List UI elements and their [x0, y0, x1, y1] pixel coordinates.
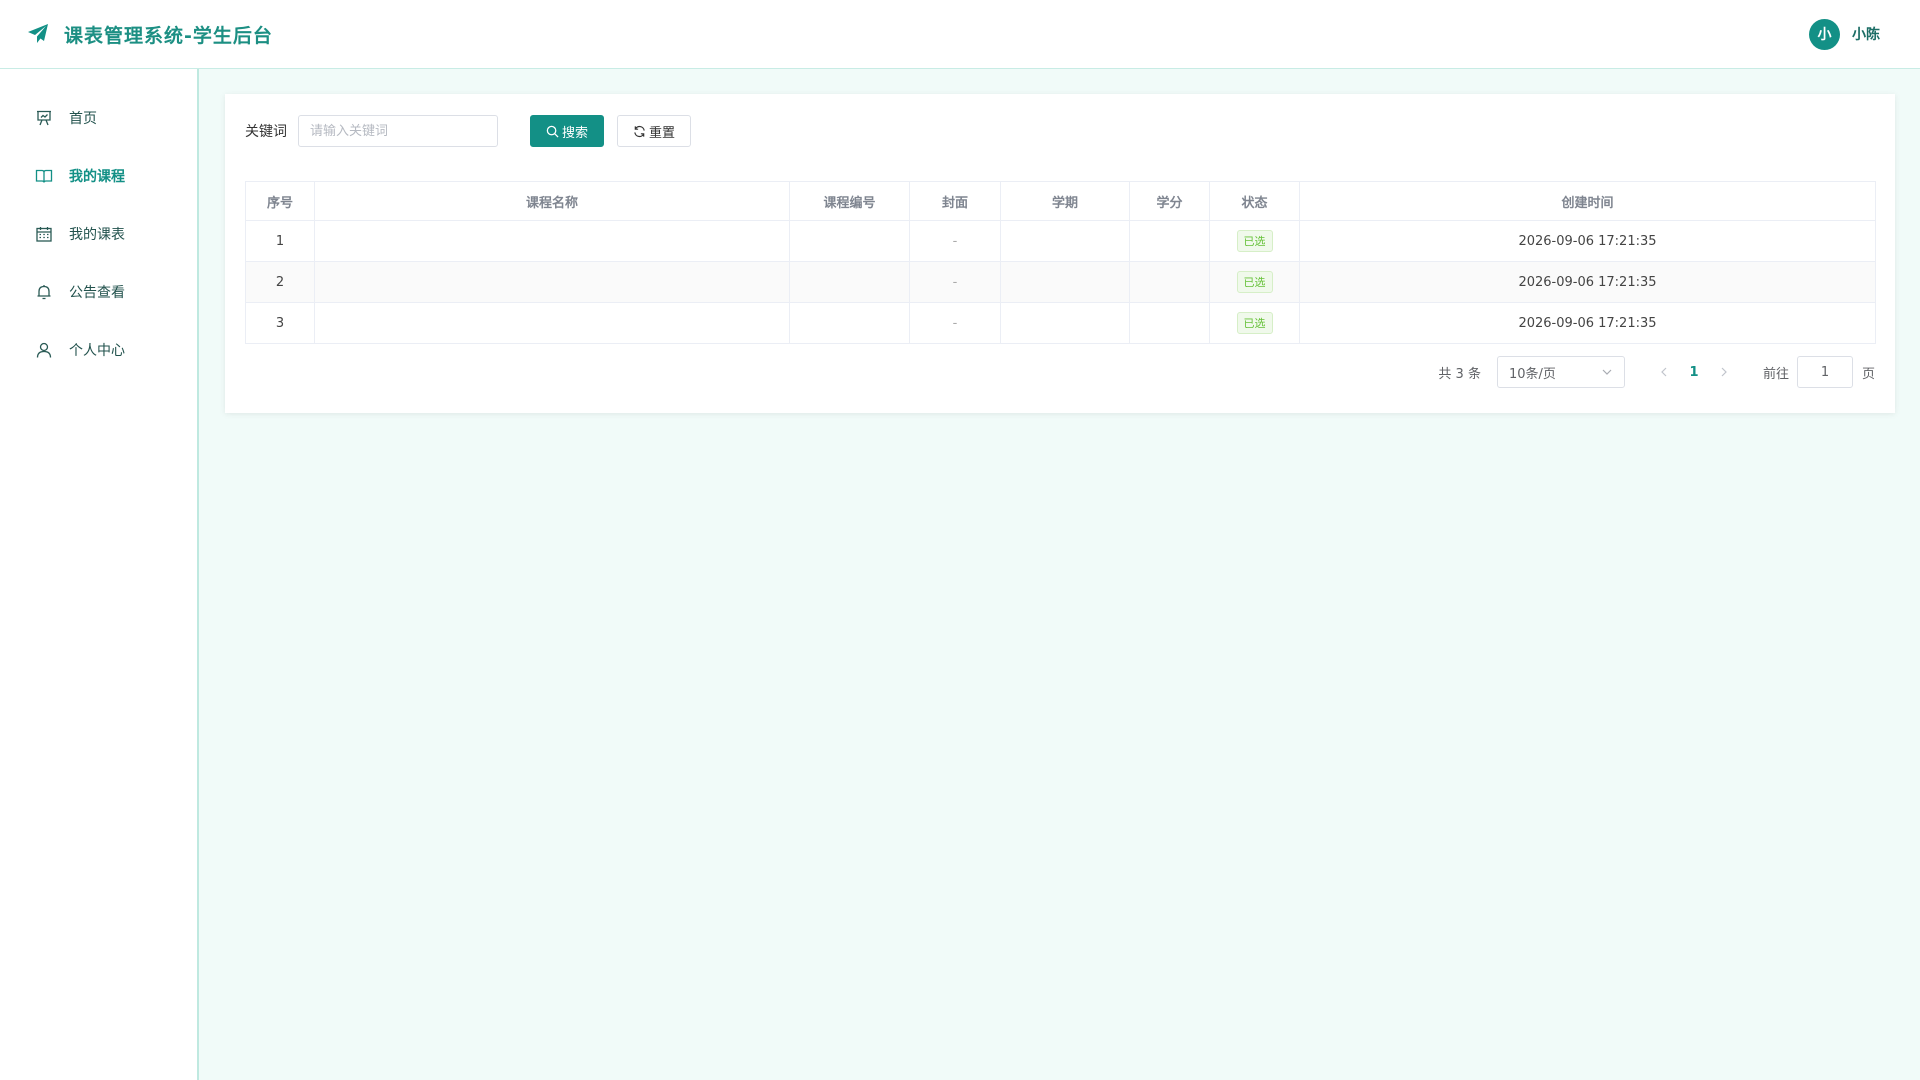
top-header: 课表管理系统-学生后台 小 小陈	[0, 0, 1920, 69]
presentation-chart-icon	[37, 110, 51, 126]
bell-icon	[37, 285, 51, 300]
cell-credit	[1129, 220, 1210, 262]
pagination: 共 3 条 10条/页 1 前往 页	[1438, 356, 1875, 388]
column-header[interactable]: 课程编号	[789, 181, 910, 221]
sidebar-item-label: 我的课程	[69, 169, 125, 185]
cell-code	[789, 302, 910, 344]
user-icon	[36, 342, 52, 358]
reset-button-label: 重置	[649, 125, 676, 141]
goto-label: 前往	[1762, 366, 1789, 382]
sidebar-item-my-schedule[interactable]: 我的课表	[0, 205, 197, 263]
search-bar: 关键词 搜索 重置	[245, 115, 1875, 147]
cell-created: 2026-09-06 17:21:35	[1299, 302, 1876, 344]
calendar-icon	[36, 227, 52, 242]
user-menu[interactable]: 小 小陈	[1809, 18, 1880, 50]
cell-status: 已选	[1209, 220, 1300, 262]
column-header[interactable]: 课程名称	[314, 181, 790, 221]
chevron-down-icon	[1602, 369, 1612, 375]
sidebar-item-label: 我的课表	[69, 227, 125, 243]
column-header[interactable]: 学期	[1000, 181, 1130, 221]
cell-created: 2026-09-06 17:21:35	[1299, 261, 1876, 303]
open-book-icon	[35, 169, 53, 183]
cell-credit	[1129, 302, 1210, 344]
table-row[interactable]: 2 - 已选 2026-09-06 17:21:35	[245, 261, 1876, 303]
next-page-button[interactable]	[1709, 367, 1739, 377]
cell-code	[789, 220, 910, 262]
cell-credit	[1129, 261, 1210, 303]
cell-term	[1000, 220, 1130, 262]
prev-page-button[interactable]	[1649, 367, 1679, 377]
column-header[interactable]: 序号	[245, 181, 315, 221]
cell-status: 已选	[1209, 261, 1300, 303]
course-table: 序号 课程名称 课程编号 封面 学期 学分 状态 创建时间 1 - 已选 202…	[245, 181, 1876, 344]
search-icon	[546, 125, 559, 138]
sidebar-item-announcements[interactable]: 公告查看	[0, 263, 197, 321]
column-header[interactable]: 封面	[909, 181, 1001, 221]
cell-index: 2	[245, 261, 315, 303]
cell-name	[314, 220, 790, 262]
page-size-value: 10条/页	[1508, 366, 1556, 382]
sidebar-item-label: 个人中心	[69, 343, 125, 359]
sidebar: 首页 我的课程 我的课表 公告查看 个人中心	[0, 69, 199, 1080]
keyword-label: 关键词	[245, 124, 287, 140]
cell-created: 2026-09-06 17:21:35	[1299, 220, 1876, 262]
brand: 课表管理系统-学生后台	[26, 21, 273, 48]
sidebar-item-home[interactable]: 首页	[0, 89, 197, 147]
cell-cover: -	[909, 302, 1001, 344]
user-name[interactable]: 小陈	[1852, 24, 1880, 44]
page-size-select[interactable]: 10条/页	[1496, 356, 1625, 388]
goto-suffix: 页	[1861, 366, 1875, 382]
table-row[interactable]: 3 - 已选 2026-09-06 17:21:35	[245, 302, 1876, 344]
status-badge: 已选	[1236, 230, 1273, 252]
cell-name	[314, 261, 790, 303]
cell-code	[789, 261, 910, 303]
search-button[interactable]: 搜索	[530, 115, 605, 147]
keyword-input[interactable]	[298, 115, 498, 147]
course-list-card: 关键词 搜索 重置 序号 课程名称 课程编号	[225, 94, 1895, 413]
cell-name	[314, 302, 790, 344]
table-row[interactable]: 1 - 已选 2026-09-06 17:21:35	[245, 220, 1876, 262]
cell-status: 已选	[1209, 302, 1300, 344]
goto-page-input[interactable]	[1796, 356, 1853, 388]
sidebar-item-my-courses[interactable]: 我的课程	[0, 147, 197, 205]
paper-plane-icon	[28, 24, 48, 43]
column-header[interactable]: 学分	[1129, 181, 1210, 221]
cell-term	[1000, 261, 1130, 303]
total-count: 共 3 条	[1438, 366, 1481, 382]
cell-index: 1	[245, 220, 315, 262]
chevron-right-icon	[1721, 367, 1727, 377]
app-title: 课表管理系统-学生后台	[64, 24, 273, 47]
cell-term	[1000, 302, 1130, 344]
sidebar-item-label: 首页	[69, 111, 97, 127]
cell-cover: -	[909, 220, 1001, 262]
refresh-icon	[634, 125, 645, 137]
column-header[interactable]: 创建时间	[1299, 181, 1876, 221]
sidebar-item-label: 公告查看	[69, 285, 125, 301]
status-badge: 已选	[1236, 312, 1273, 334]
page-number-current[interactable]: 1	[1679, 365, 1709, 380]
avatar[interactable]: 小	[1809, 18, 1840, 50]
search-button-label: 搜索	[562, 125, 589, 141]
table-header-row: 序号 课程名称 课程编号 封面 学期 学分 状态 创建时间	[245, 181, 1876, 221]
reset-button[interactable]: 重置	[617, 115, 692, 147]
cell-index: 3	[245, 302, 315, 344]
status-badge: 已选	[1236, 271, 1273, 293]
sidebar-item-profile[interactable]: 个人中心	[0, 321, 197, 379]
column-header[interactable]: 状态	[1209, 181, 1300, 221]
chevron-left-icon	[1661, 367, 1667, 377]
cell-cover: -	[909, 261, 1001, 303]
